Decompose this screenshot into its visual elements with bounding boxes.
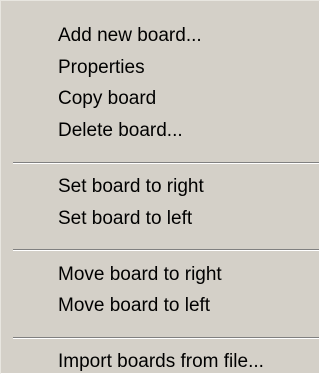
menu-separator bbox=[13, 249, 319, 251]
menu-item-move-board-to-right[interactable]: Move board to right bbox=[1, 259, 319, 290]
menu-item-set-board-to-right[interactable]: Set board to right bbox=[1, 171, 319, 202]
menu-separator bbox=[13, 162, 319, 164]
menu-item-import-boards-from-file[interactable]: Import boards from file... bbox=[1, 346, 319, 377]
context-menu: Add new board... Properties Copy board D… bbox=[0, 0, 320, 374]
menu-item-properties[interactable]: Properties bbox=[1, 52, 319, 83]
menu-item-set-board-to-left[interactable]: Set board to left bbox=[1, 203, 319, 234]
menu-separator bbox=[13, 337, 319, 339]
menu-item-delete-board[interactable]: Delete board... bbox=[1, 115, 319, 146]
menu-item-copy-board[interactable]: Copy board bbox=[1, 83, 319, 114]
menu-item-add-new-board[interactable]: Add new board... bbox=[1, 20, 319, 51]
menu-item-move-board-to-left[interactable]: Move board to left bbox=[1, 290, 319, 321]
